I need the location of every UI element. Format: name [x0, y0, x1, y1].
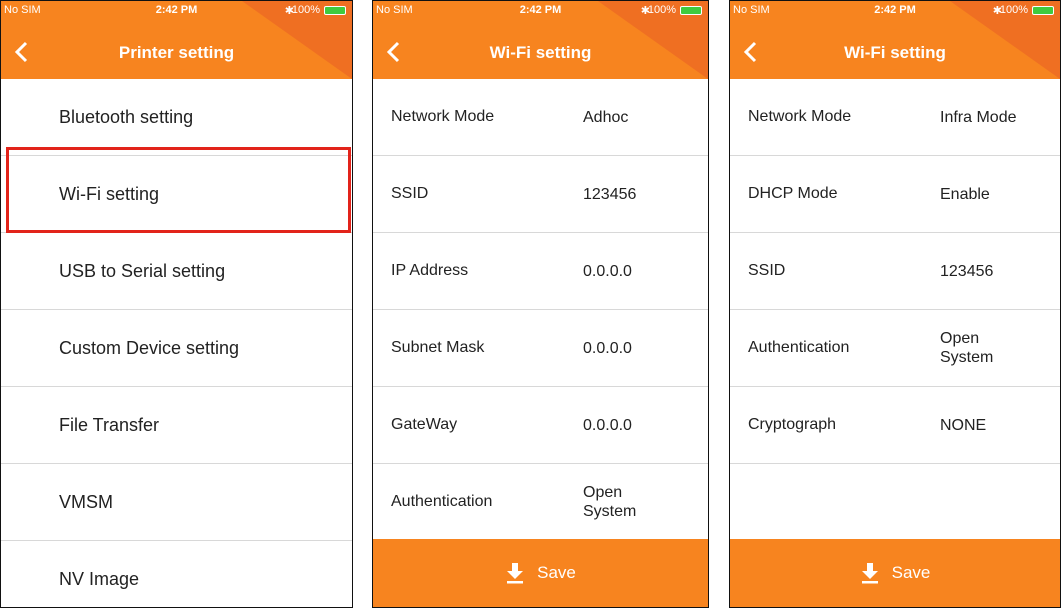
settings-list: Network Mode Infra Mode DHCP Mode Enable… — [730, 79, 1060, 464]
row-value: 123456 — [583, 185, 637, 203]
row-value: 0.0.0.0 — [583, 262, 632, 280]
header: No SIM 2:42 PM ✱ 100% Wi-Fi setting — [373, 1, 708, 79]
printer-setting-screen: No SIM 2:42 PM ✱ 100% Printer setting Bl… — [0, 0, 353, 608]
row-label: Authentication — [748, 339, 850, 356]
row-label: Network Mode — [748, 108, 852, 125]
menu-item-file-transfer[interactable]: File Transfer — [1, 387, 352, 464]
header: No SIM 2:42 PM ✱ 100% Printer setting — [1, 1, 352, 79]
row-label: Cryptograph — [748, 416, 837, 433]
status-bar: No SIM 2:42 PM ✱ 100% — [1, 4, 352, 18]
status-bar: No SIM 2:42 PM ✱ 100% — [373, 4, 708, 18]
wifi-setting-adhoc-screen: No SIM 2:42 PM ✱ 100% Wi-Fi setting Netw… — [372, 0, 709, 608]
row-value: NONE — [940, 416, 987, 434]
row-label: IP Address — [391, 262, 469, 279]
row-value: Infra Mode — [940, 108, 1017, 126]
battery-percent: 100% — [999, 4, 1028, 16]
row-ssid[interactable]: SSID 123456 — [730, 233, 1060, 310]
header: No SIM 2:42 PM ✱ 100% Wi-Fi setting — [730, 1, 1060, 79]
menu-item-nv-image[interactable]: NV Image — [1, 541, 352, 607]
menu-item-vmsm[interactable]: VMSM — [1, 464, 352, 541]
row-network-mode[interactable]: Network Mode Infra Mode — [730, 79, 1060, 156]
row-value: Open System — [583, 483, 636, 521]
row-ip-address[interactable]: IP Address 0.0.0.0 — [373, 233, 708, 310]
battery-icon — [1032, 6, 1054, 15]
battery-icon — [680, 6, 702, 15]
row-value-line1: Open — [940, 330, 980, 347]
row-authentication[interactable]: Authentication Open System — [730, 310, 1060, 387]
row-label: Subnet Mask — [391, 339, 485, 356]
wifi-setting-infra-screen: No SIM 2:42 PM ✱ 100% Wi-Fi setting Netw… — [729, 0, 1061, 608]
row-value: 123456 — [940, 262, 994, 280]
row-label: SSID — [391, 185, 429, 202]
page-title: Wi-Fi setting — [489, 43, 592, 62]
row-cryptograph[interactable]: Cryptograph NONE — [730, 387, 1060, 464]
row-value: Adhoc — [583, 108, 629, 126]
save-button[interactable]: Save — [730, 539, 1060, 607]
status-bar: No SIM 2:42 PM ✱ 100% — [730, 4, 1060, 18]
save-button[interactable]: Save — [373, 539, 708, 607]
battery-percent: 100% — [291, 4, 320, 16]
battery-percent: 100% — [647, 4, 676, 16]
page-title: Wi-Fi setting — [844, 43, 946, 62]
battery-icon — [324, 6, 346, 15]
row-authentication[interactable]: Authentication Open System — [373, 464, 708, 541]
row-value: Open System — [940, 329, 993, 367]
download-icon — [507, 563, 524, 584]
row-label: GateWay — [391, 416, 458, 433]
settings-list: Network Mode Adhoc SSID 123456 IP Addres… — [373, 79, 708, 541]
row-dhcp-mode[interactable]: DHCP Mode Enable — [730, 156, 1060, 233]
page-title: Printer setting — [118, 43, 235, 62]
highlight-box — [6, 147, 351, 233]
row-subnet-mask[interactable]: Subnet Mask 0.0.0.0 — [373, 310, 708, 387]
download-icon — [861, 563, 878, 584]
row-ssid[interactable]: SSID 123456 — [373, 156, 708, 233]
menu-item-custom-device[interactable]: Custom Device setting — [1, 310, 352, 387]
menu-item-bluetooth[interactable]: Bluetooth setting — [1, 79, 352, 156]
row-value: 0.0.0.0 — [583, 339, 632, 357]
row-value-line2: System — [940, 349, 994, 366]
row-label: Authentication — [391, 493, 493, 510]
row-label: Network Mode — [391, 108, 495, 125]
save-label: Save — [891, 563, 931, 582]
row-value: 0.0.0.0 — [583, 416, 632, 434]
row-value-line1: Open — [583, 484, 623, 501]
row-network-mode[interactable]: Network Mode Adhoc — [373, 79, 708, 156]
menu-item-usb-serial[interactable]: USB to Serial setting — [1, 233, 352, 310]
row-gateway[interactable]: GateWay 0.0.0.0 — [373, 387, 708, 464]
save-label: Save — [537, 563, 576, 582]
row-value: Enable — [940, 185, 990, 203]
row-label: DHCP Mode — [748, 185, 838, 202]
row-label: SSID — [748, 262, 786, 279]
row-value-line2: System — [583, 503, 637, 520]
